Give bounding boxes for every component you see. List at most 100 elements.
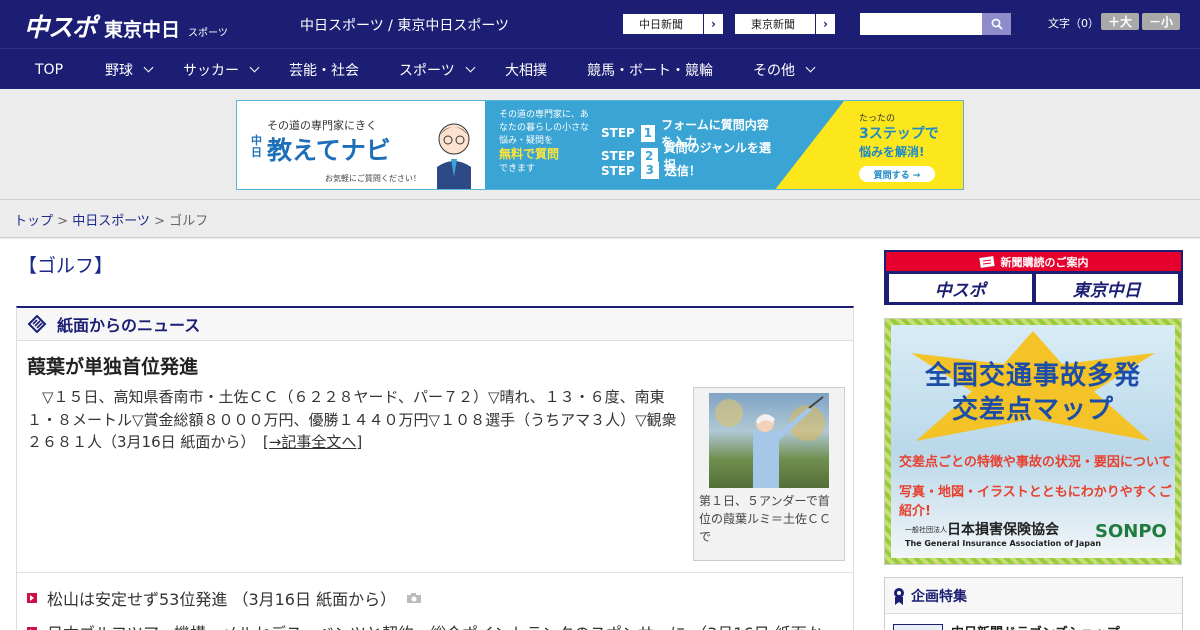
subscription-logos: 中スポ 東京中日 [886, 271, 1181, 305]
feature-item[interactable]: 中日新聞ドラゴンズショップ [893, 622, 1120, 630]
nav-item-other[interactable]: その他 [753, 49, 816, 90]
read-full-article-link[interactable]: [→記事全文へ] [263, 433, 362, 451]
chuspo-subscribe-link[interactable]: 中スポ [889, 274, 1032, 302]
traffic-accident-map-ad[interactable]: 全国交通事故多発 交差点マップ 交差点ごとの特徴や事故の状況・要因について 写真… [884, 318, 1182, 565]
chevron-right-icon: › [703, 14, 723, 34]
search-icon [991, 18, 1003, 30]
step-number: 3 [640, 162, 659, 179]
photo-caption: 第１日、５アンダーで首位の葭葉ルミ＝土佐ＣＣで [699, 494, 832, 544]
nav-label: スポーツ [399, 62, 455, 79]
nav-item-soccer[interactable]: サッカー [183, 49, 260, 90]
banner-note: お気軽にご質問ください！ [325, 174, 421, 183]
nav-label: 野球 [105, 62, 133, 79]
site-header: 中スポ 東京中日 スポーツ 中日スポーツ / 東京中日スポーツ 中日新聞 › 東… [0, 0, 1200, 48]
feature-section: 企画特集 中日新聞ドラゴンズショップ [884, 577, 1183, 630]
banner-middle: その道の専門家に、あなたの暮らしの小さな悩み・疑問を 無料で質問 できます ST… [485, 101, 775, 189]
banner-desc-2: できます [499, 164, 536, 174]
ad-org-english: The General Insurance Association of Jap… [905, 539, 1102, 548]
feature-title: 企画特集 [911, 588, 967, 605]
nav-label: サッカー [183, 62, 239, 79]
nav-item-sports[interactable]: スポーツ [399, 49, 476, 90]
breadcrumb-current: ゴルフ [169, 214, 209, 229]
feature-item-label: 中日新聞ドラゴンズショップ [951, 622, 1120, 630]
nav-label: TOP [35, 61, 64, 78]
nav-label: 大相撲 [505, 62, 547, 79]
step-word: STEP [601, 163, 635, 178]
main-nav: TOP 野球 サッカー 芸能・社会 スポーツ 大相撲 競馬・ボート・競輪 その他 [0, 48, 1200, 89]
step-word: STEP [601, 149, 635, 163]
subscription-title: 新聞購読のご案内 [1000, 255, 1089, 269]
font-larger-button[interactable]: ＋大 [1101, 13, 1139, 30]
section-header: 紙面からのニュース [17, 308, 853, 341]
nav-label: 競馬・ボート・競輪 [587, 62, 713, 79]
page-title: 【ゴルフ】 [18, 255, 114, 277]
chunichi-shimbun-label: 中日新聞 [639, 18, 683, 31]
ad-org-name: 日本損害保険協会 [947, 522, 1059, 538]
banner-step-3: STEP 3 送信！ [601, 162, 701, 179]
feature-header: 企画特集 [885, 578, 1182, 614]
chevron-down-icon [249, 62, 260, 73]
font-smaller-button[interactable]: －小 [1142, 13, 1180, 30]
search-button[interactable] [982, 13, 1011, 35]
newspaper-icon [27, 315, 47, 333]
ad-line-1: 交差点ごとの特徴や事故の状況・要因について [899, 455, 1172, 470]
logo-sports-small: スポーツ [188, 28, 228, 39]
sonpo-logo: SONPO [1095, 521, 1167, 542]
ad-org-type: 一般社団法人 [905, 526, 947, 534]
chevron-down-icon [465, 62, 476, 73]
chunichi-shimbun-link[interactable]: 中日新聞 › [622, 13, 724, 35]
logo-tokyo-chunichi[interactable]: 東京中日 [104, 15, 180, 42]
banner-right-3: 悩みを解消! [859, 145, 925, 159]
search-input[interactable] [860, 13, 982, 35]
article-title[interactable]: 葭葉が単独首位発進 [27, 352, 198, 379]
divider [17, 572, 853, 573]
banner-ask-button[interactable]: 質問する → [859, 166, 935, 182]
nav-label: 芸能・社会 [289, 62, 359, 79]
chevron-right-icon: › [815, 14, 835, 34]
nav-item-top[interactable]: TOP [35, 49, 63, 90]
tokyo-shimbun-label: 東京新聞 [751, 18, 795, 31]
golfer-figure-icon [715, 396, 825, 488]
news-item-text: 日本ゴルフツアー機構、メルセデス・ベンツと契約 総合ポイントランクのスポンサーに… [47, 620, 823, 630]
breadcrumb: トップ > 中日スポーツ > ゴルフ [0, 200, 1200, 238]
ad-title-2: 交差点マップ [951, 395, 1114, 425]
list-item[interactable]: 日本ゴルフツアー機構、メルセデス・ベンツと契約 総合ポイントランクのスポンサーに… [27, 620, 823, 630]
logo-chuspo[interactable]: 中スポ [24, 8, 97, 44]
banner-right: たったの 3ステップで 悩みを解消! 質問する → [774, 101, 963, 189]
newspaper-news-section: 紙面からのニュース 葭葉が単独首位発進 ▽１５日、高知県香南市・土佐ＣＣ（６２２… [16, 306, 854, 630]
ad-title-1: 全国交通事故多発 [924, 361, 1141, 391]
bullet-icon [27, 593, 37, 603]
news-item-text: 松山は安定せず53位発進 （3月16日 紙面から） [47, 590, 397, 609]
nav-item-baseball[interactable]: 野球 [105, 49, 154, 90]
subscription-header: 新聞購読のご案内 [886, 252, 1181, 271]
nav-label: その他 [753, 62, 795, 79]
oshiete-navi-banner[interactable]: その道の専門家にきく 中日 教えてナビ お気軽にご質問ください！ その道の専門家… [236, 100, 964, 190]
list-item[interactable]: 松山は安定せず53位発進 （3月16日 紙面から） [27, 586, 422, 610]
tokyo-shimbun-link[interactable]: 東京新聞 › [734, 13, 836, 35]
nav-item-sumo[interactable]: 大相撲 [505, 49, 547, 90]
feature-thumbnail [893, 623, 943, 630]
nav-item-racing[interactable]: 競馬・ボート・競輪 [587, 49, 713, 90]
breadcrumb-section[interactable]: 中日スポーツ [72, 214, 150, 229]
golfer-photo[interactable] [709, 393, 829, 488]
section-heading: 紙面からのニュース [57, 316, 201, 335]
nav-item-entertainment[interactable]: 芸能・社会 [289, 49, 359, 90]
chevron-down-icon [805, 62, 816, 73]
banner-desc-highlight: 無料で質問 [499, 147, 560, 161]
chevron-down-icon [143, 62, 154, 73]
article-photo-box: 第１日、５アンダーで首位の葭葉ルミ＝土佐ＣＣで [693, 387, 845, 561]
banner-right-2: 3ステップで [859, 126, 939, 142]
banner-mark: 中日 [251, 134, 262, 159]
article-summary: ▽１５日、高知県香南市・土佐ＣＣ（６２２８ヤード、パー７２）▽晴れ、１３・６度、… [27, 386, 689, 454]
step-word: STEP [601, 126, 635, 140]
breadcrumb-separator: > [149, 214, 170, 229]
subscription-box[interactable]: 新聞購読のご案内 中スポ 東京中日 [884, 250, 1183, 305]
camera-icon [407, 593, 422, 603]
site-logo[interactable]: 中スポ 東京中日 スポーツ [24, 8, 228, 42]
step-text: 送信！ [664, 164, 701, 178]
banner-left: その道の専門家にきく 中日 教えてナビ お気軽にご質問ください！ [237, 101, 485, 189]
tokyo-chunichi-subscribe-link[interactable]: 東京中日 [1035, 274, 1178, 302]
newspaper-icon [978, 255, 995, 268]
breadcrumb-home[interactable]: トップ [14, 214, 53, 229]
ad-line-2: 写真・地図・イラストとともにわかりやすくご紹介! [899, 485, 1172, 519]
